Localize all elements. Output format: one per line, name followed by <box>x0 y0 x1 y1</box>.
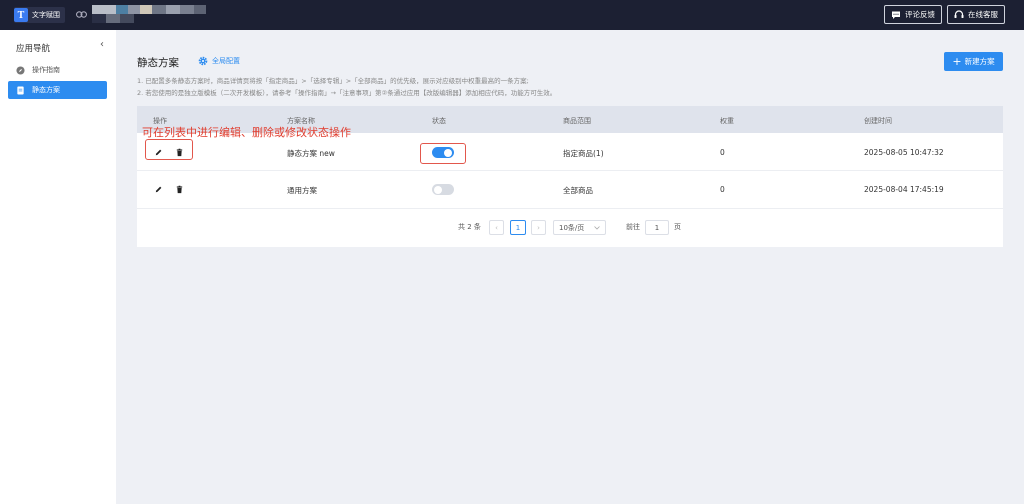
col-header-status: 状态 <box>432 117 446 125</box>
created-time: 2025-08-04 17:45:19 <box>864 185 944 194</box>
prev-page-button[interactable]: ‹ <box>489 220 504 235</box>
support-button[interactable]: 在线客服 <box>947 5 1005 24</box>
top-bar: T 文字赋围 评论反馈 在线客服 <box>0 0 1024 30</box>
table-row: 通用方案 全部商品 0 2025-08-04 17:45:19 <box>137 171 1003 209</box>
sidebar-collapse-icon[interactable]: ‹ <box>100 39 104 50</box>
delete-icon[interactable] <box>175 185 184 194</box>
note-line-2: 2. 若您使用的是独立版模板（二次开发模板），请参考「操作指南」→「注意事项」第… <box>137 89 557 97</box>
weight-value: 0 <box>720 148 725 157</box>
global-config-label: 全局配置 <box>212 57 240 65</box>
goto-label: 前往 <box>626 223 640 231</box>
sidebar-item-guide[interactable]: 操作指南 <box>8 61 107 79</box>
page-unit-label: 页 <box>674 223 681 231</box>
sidebar-item-label: 静态方案 <box>32 86 60 94</box>
app-logo-icon: T <box>14 8 28 22</box>
app-name: 文字赋围 <box>32 11 60 19</box>
new-plan-label: 新建方案 <box>964 57 995 66</box>
feedback-button[interactable]: 评论反馈 <box>884 5 942 24</box>
sidebar-item-static-plan[interactable]: 静态方案 <box>8 81 107 99</box>
support-label: 在线客服 <box>968 10 998 19</box>
col-header-weight: 权重 <box>720 117 734 125</box>
annotation-text: 可在列表中进行编辑、删除或修改状态操作 <box>142 126 351 139</box>
product-scope: 指定商品(1) <box>563 149 604 158</box>
col-header-created: 创建时间 <box>864 117 892 125</box>
headset-icon <box>954 9 964 18</box>
sidebar-title: 应用导航 <box>16 44 51 54</box>
product-scope: 全部商品 <box>563 186 593 195</box>
actions-highlight-box <box>145 139 193 160</box>
page-size-value: 10条/页 <box>559 223 585 232</box>
goto-page-input[interactable]: 1 <box>645 220 669 235</box>
created-time: 2025-08-05 10:47:32 <box>864 148 944 157</box>
feedback-label: 评论反馈 <box>905 10 935 19</box>
plan-name: 静态方案 new <box>287 149 335 158</box>
weight-value: 0 <box>720 185 725 194</box>
sidebar: 应用导航 ‹ 操作指南 静态方案 <box>0 30 116 504</box>
page-title: 静态方案 <box>137 57 179 69</box>
edit-icon[interactable] <box>154 185 163 194</box>
chevron-down-icon <box>594 225 600 230</box>
sidebar-item-label: 操作指南 <box>32 66 60 74</box>
status-toggle[interactable] <box>432 184 454 195</box>
plus-icon: + <box>952 55 962 68</box>
pagination-total: 共 2 条 <box>458 223 481 231</box>
link-icon[interactable] <box>76 10 87 19</box>
chat-bubble-icon <box>892 11 900 19</box>
page-size-select[interactable]: 10条/页 <box>553 220 606 235</box>
col-header-scope: 商品范围 <box>563 117 591 125</box>
app-logo[interactable]: T 文字赋围 <box>14 7 65 23</box>
doc-icon <box>17 85 24 95</box>
plan-name: 通用方案 <box>287 186 317 195</box>
compass-icon <box>16 65 25 75</box>
note-line-1: 1. 已配置多条静态方案时，商品详情页将按「指定商品」>「选择专辑」>「全部商品… <box>137 77 529 85</box>
status-highlight-box <box>420 143 466 164</box>
next-page-button[interactable]: › <box>531 220 546 235</box>
page-1-button[interactable]: 1 <box>510 220 526 235</box>
gear-icon <box>198 56 208 66</box>
new-plan-button[interactable]: + 新建方案 <box>944 52 1003 71</box>
global-config-link[interactable]: 全局配置 <box>198 56 240 66</box>
